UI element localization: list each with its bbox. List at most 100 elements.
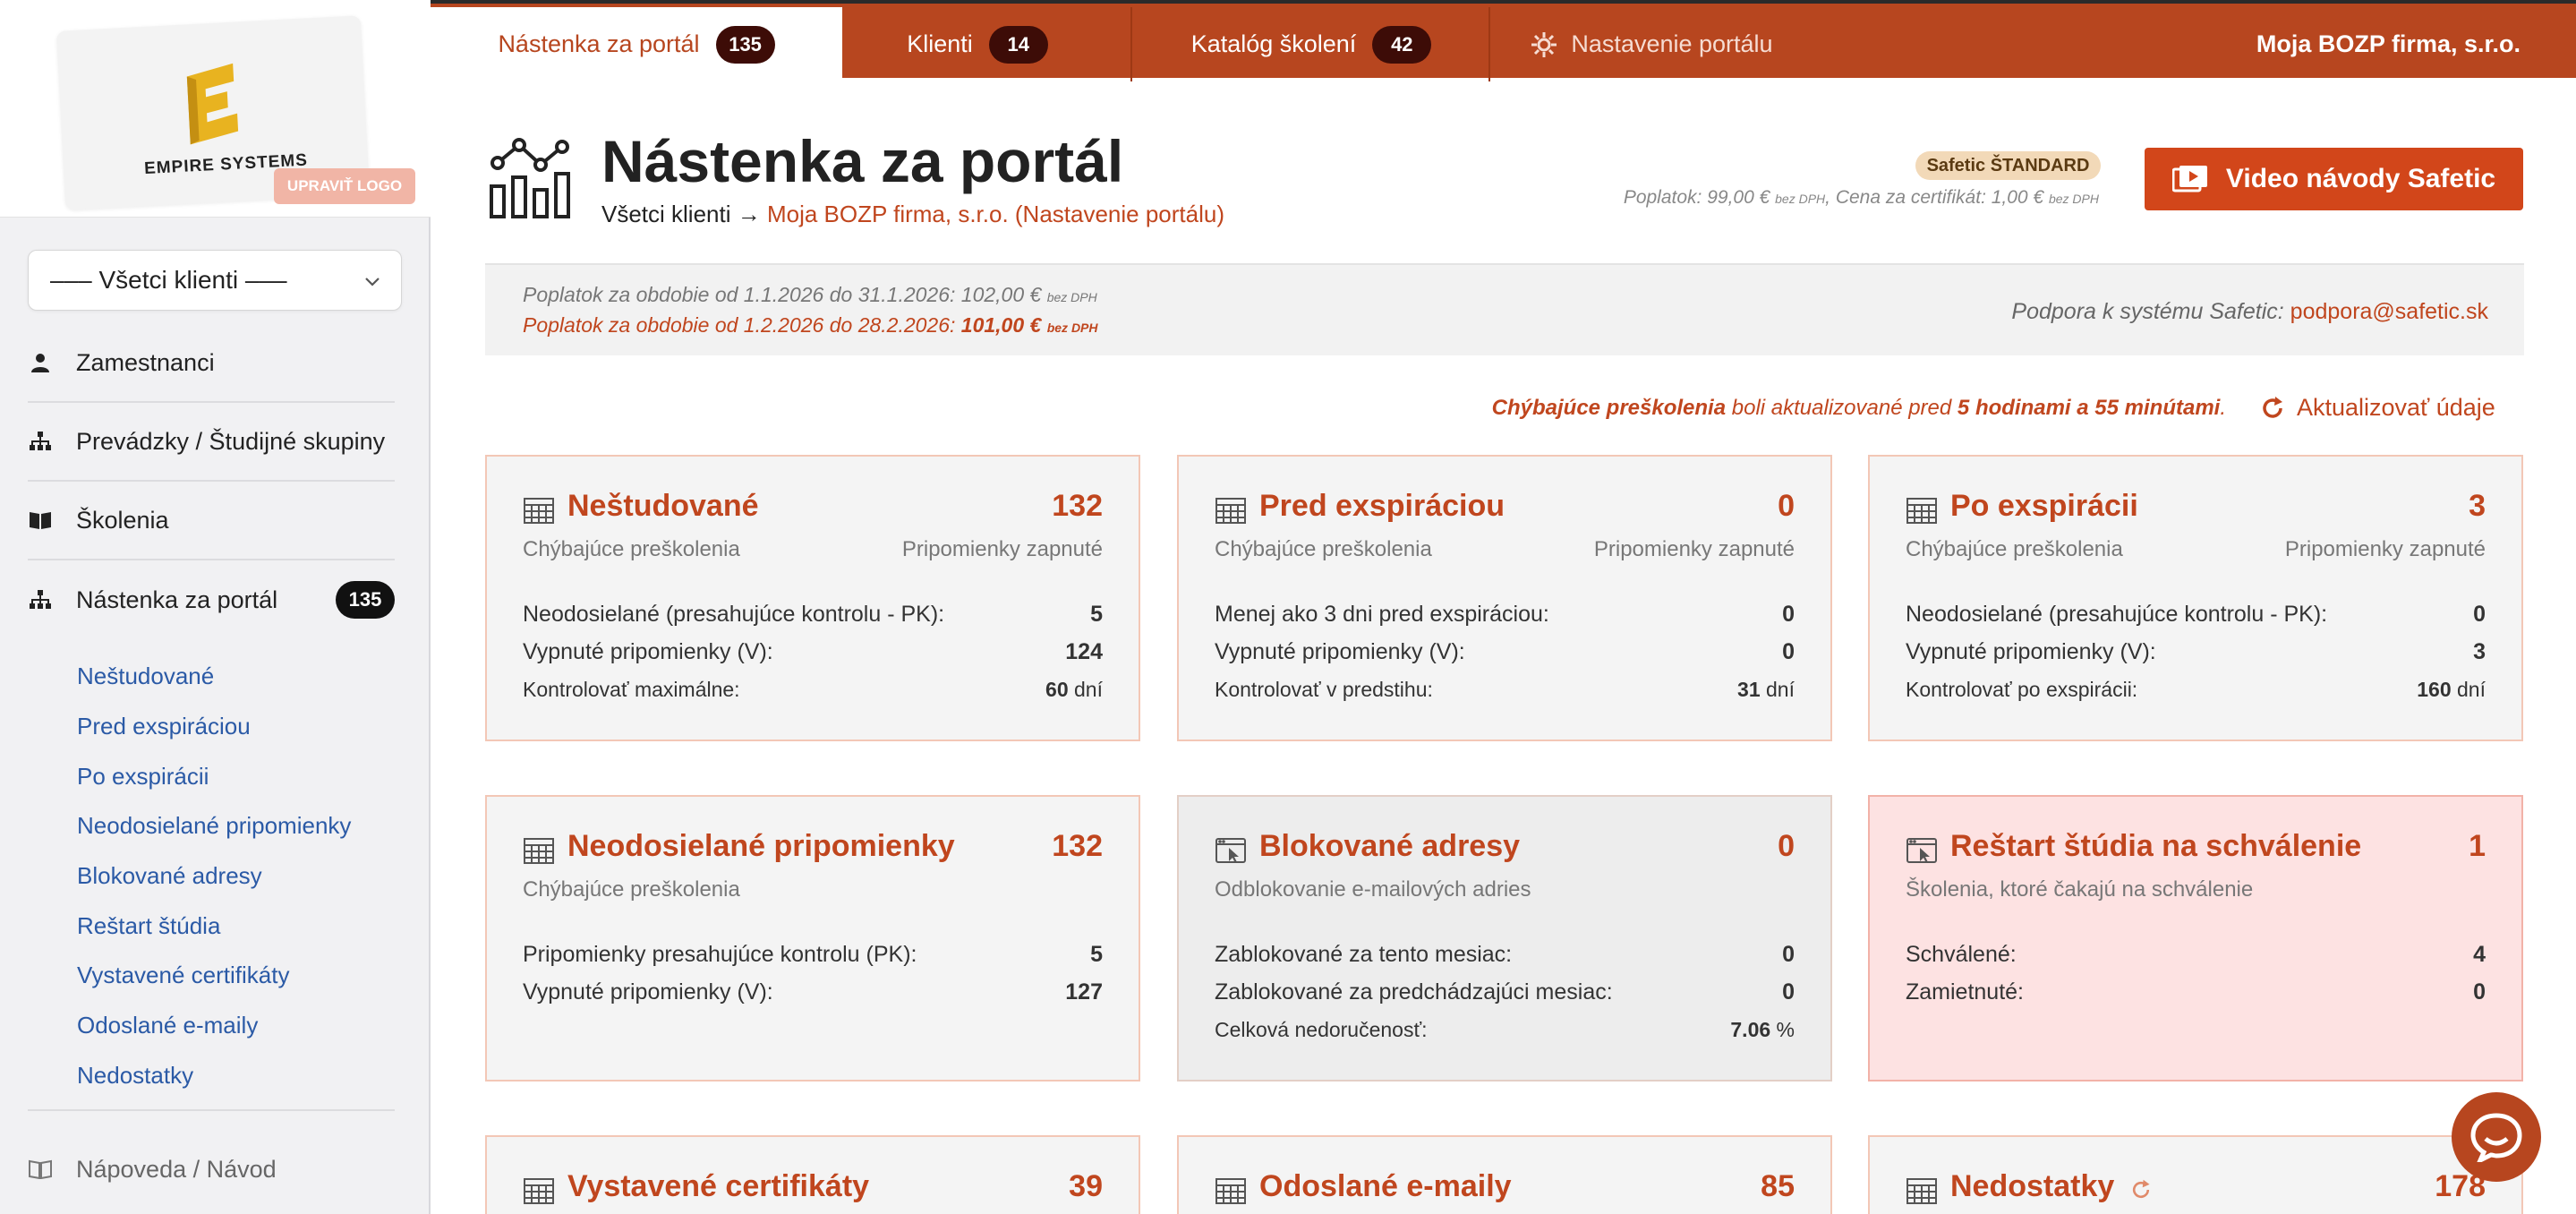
top-navigation: Nástenka za portál 135 Klienti 14 Kataló… bbox=[431, 0, 2576, 81]
row-label: Vypnuté pripomienky (V): bbox=[1215, 638, 1465, 664]
org-chart-icon bbox=[28, 429, 53, 454]
update-subject: Chýbajúce preškolenia bbox=[1491, 396, 1727, 420]
card-count: 3 bbox=[2469, 489, 2486, 523]
subnav-blokovane[interactable]: Blokované adresy bbox=[28, 851, 395, 902]
refresh-icon[interactable] bbox=[2129, 1178, 2153, 1201]
tab-klienti[interactable]: Klienti 14 bbox=[842, 7, 1113, 81]
subnav-neodosielane[interactable]: Neodosielané pripomienky bbox=[28, 801, 395, 851]
period-next-text: Poplatok za obdobie od 1.2.2026 do 28.2.… bbox=[523, 313, 961, 337]
subnav-nedostatky[interactable]: Nedostatky bbox=[28, 1051, 395, 1101]
row-label: Pripomienky presahujúce kontrolu (PK): bbox=[523, 941, 917, 967]
card-nestudovane[interactable]: Neštudované 132 Chýbajúce preškolenia Pr… bbox=[485, 455, 1140, 741]
breadcrumb-root[interactable]: Všetci klienti bbox=[601, 201, 731, 227]
card-nedostatky[interactable]: Nedostatky 178 bbox=[1868, 1135, 2523, 1214]
card-po-exspiracii[interactable]: Po exspirácii 3 Chýbajúce preškolenia Pr… bbox=[1868, 455, 2523, 741]
plan-badge: Safetic ŠTANDARD bbox=[1915, 151, 2101, 180]
refresh-data-button[interactable]: Aktualizovať údaje bbox=[2259, 394, 2495, 422]
card-certifikaty[interactable]: Vystavené certifikáty 39 bbox=[485, 1135, 1140, 1214]
count-badge: 135 bbox=[336, 581, 395, 619]
breadcrumb-arrow-icon: → bbox=[737, 201, 761, 227]
company-name[interactable]: Moja BOZP firma, s.r.o. bbox=[2256, 7, 2521, 81]
sidebar-item-napoveda[interactable]: Nápoveda / Návod bbox=[28, 1144, 395, 1194]
edit-logo-button[interactable]: UPRAVIŤ LOGO bbox=[274, 168, 415, 204]
tab-count-badge: 135 bbox=[715, 25, 775, 64]
card-blokovane-adresy[interactable]: Blokované adresy 0 Odblokovanie e-mailov… bbox=[1177, 795, 1832, 1081]
card-count: 39 bbox=[1069, 1169, 1103, 1203]
subnav-emaily[interactable]: Odoslané e-maily bbox=[28, 1001, 395, 1051]
row-value: 0 bbox=[1782, 638, 1795, 664]
subnav-certifikaty[interactable]: Vystavené certifikáty bbox=[28, 951, 395, 1001]
video-icon bbox=[2171, 166, 2207, 192]
update-status: Chýbajúce preškolenia boli aktualizované… bbox=[1492, 396, 2226, 421]
row-value: 124 bbox=[1065, 638, 1103, 664]
card-note: Pripomienky zapnuté bbox=[901, 537, 1103, 561]
card-subtitle: Odblokovanie e-mailových adries bbox=[1215, 877, 1531, 902]
row-value: 3 bbox=[2473, 638, 2486, 664]
sidebar-item-skolenia[interactable]: Školenia bbox=[28, 482, 395, 560]
card-note: Pripomienky zapnuté bbox=[2284, 537, 2486, 561]
card-title: Neodosielané pripomienky bbox=[567, 829, 955, 863]
row-label: Kontrolovať v predstihu: bbox=[1215, 677, 1433, 701]
card-subtitle: Chýbajúce preškolenia bbox=[1215, 537, 1432, 561]
subnav-po-exspiracii[interactable]: Po exspirácii bbox=[28, 751, 395, 801]
card-emaily[interactable]: Odoslané e-maily 85 bbox=[1177, 1135, 1832, 1214]
row-unit: dní bbox=[1074, 677, 1103, 701]
fee-unit: bez DPH bbox=[1775, 192, 1826, 206]
window-cursor-icon bbox=[1215, 838, 1246, 863]
row-value: 5 bbox=[1090, 941, 1103, 967]
row-value: 60 bbox=[1045, 677, 1069, 701]
sidebar-item-label: Nástenka za portál bbox=[76, 586, 278, 613]
row-label: Kontrolovať po exspirácii: bbox=[1906, 677, 2138, 701]
sidebar-item-zamestnanci[interactable]: Zamestnanci bbox=[28, 324, 395, 403]
subnav-restart[interactable]: Reštart štúdia bbox=[28, 901, 395, 951]
chat-widget-button[interactable] bbox=[2452, 1092, 2541, 1182]
card-neodosielane[interactable]: Neodosielané pripomienky 132 Chýbajúce p… bbox=[485, 795, 1140, 1081]
tab-nastenka[interactable]: Nástenka za portál 135 bbox=[431, 7, 842, 81]
calendar-icon bbox=[1215, 1178, 1246, 1204]
card-title: Po exspirácii bbox=[1950, 489, 2138, 523]
tab-katalog[interactable]: Katalóg školení 42 bbox=[1132, 7, 1490, 81]
video-button-label: Video návody Safetic bbox=[2225, 164, 2496, 193]
refresh-label: Aktualizovať údaje bbox=[2297, 394, 2495, 421]
breadcrumb-link[interactable]: Moja BOZP firma, s.r.o. (Nastavenie port… bbox=[767, 201, 1224, 227]
card-title: Nedostatky bbox=[1950, 1169, 2115, 1203]
subnav-pred-exspiraciou[interactable]: Pred exspiráciou bbox=[28, 702, 395, 752]
card-row: Neodosielané (presahujúce kontrolu - PK)… bbox=[1906, 595, 2486, 633]
card-title: Neštudované bbox=[567, 489, 759, 523]
card-row: Neodosielané (presahujúce kontrolu - PK)… bbox=[523, 595, 1103, 633]
row-label: Menej ako 3 dni pred exspiráciou: bbox=[1215, 601, 1549, 627]
subnav-nestudovane[interactable]: Neštudované bbox=[28, 652, 395, 702]
card-subtitle: Školenia, ktoré čakajú na schválenie bbox=[1906, 877, 2254, 902]
card-subtitle: Chýbajúce preškolenia bbox=[523, 877, 740, 902]
sidebar-item-prevadzky[interactable]: Prevádzky / Študijné skupiny bbox=[28, 403, 395, 482]
video-tutorials-button[interactable]: Video návody Safetic bbox=[2145, 148, 2523, 210]
tab-count-badge: 14 bbox=[988, 25, 1048, 64]
card-restart-studia[interactable]: Reštart štúdia na schválenie 1 Školenia,… bbox=[1868, 795, 2523, 1081]
calendar-icon bbox=[524, 498, 554, 524]
book-outline-icon bbox=[28, 1157, 53, 1182]
sidebar-item-nastenka[interactable]: Nástenka za portál 135 bbox=[28, 560, 395, 639]
calendar-icon bbox=[524, 1178, 554, 1204]
card-count: 1 bbox=[2469, 829, 2486, 863]
client-select[interactable]: ––– Všetci klienti ––– bbox=[28, 250, 402, 311]
card-subtitle: Chýbajúce preškolenia bbox=[1906, 537, 2123, 561]
row-label: Celková nedoručenosť: bbox=[1215, 1017, 1428, 1041]
card-pred-exspiraciou[interactable]: Pred exspiráciou 0 Chýbajúce preškolenia… bbox=[1177, 455, 1832, 741]
page-title: Nástenka za portál bbox=[601, 128, 1124, 194]
card-row: Vypnuté pripomienky (V): 127 bbox=[523, 973, 1103, 1011]
calendar-icon bbox=[1906, 498, 1937, 524]
row-value: 31 bbox=[1737, 677, 1761, 701]
card-title: Reštart štúdia na schválenie bbox=[1950, 829, 2362, 863]
card-title: Blokované adresy bbox=[1259, 829, 1521, 863]
card-subtitle: Chýbajúce preškolenia bbox=[523, 537, 740, 561]
tab-label: Klienti bbox=[907, 30, 973, 57]
row-label: Vypnuté pripomienky (V): bbox=[523, 979, 773, 1005]
row-label: Neodosielané (presahujúce kontrolu - PK)… bbox=[523, 601, 945, 627]
support-email-link[interactable]: podpora@safetic.sk bbox=[2290, 299, 2488, 324]
card-row: Vypnuté pripomienky (V): 124 bbox=[523, 633, 1103, 671]
card-row: Zamietnuté: 0 bbox=[1906, 973, 2486, 1011]
sidebar-nav: Zamestnanci Prevádzky / Študijné skupiny… bbox=[28, 324, 395, 1112]
sidebar-bottom: Nápoveda / Návod bbox=[28, 1144, 395, 1194]
tab-nastavenie[interactable]: Nastavenie portálu bbox=[1490, 7, 1813, 81]
row-label: Zablokované za tento mesiac: bbox=[1215, 941, 1513, 967]
